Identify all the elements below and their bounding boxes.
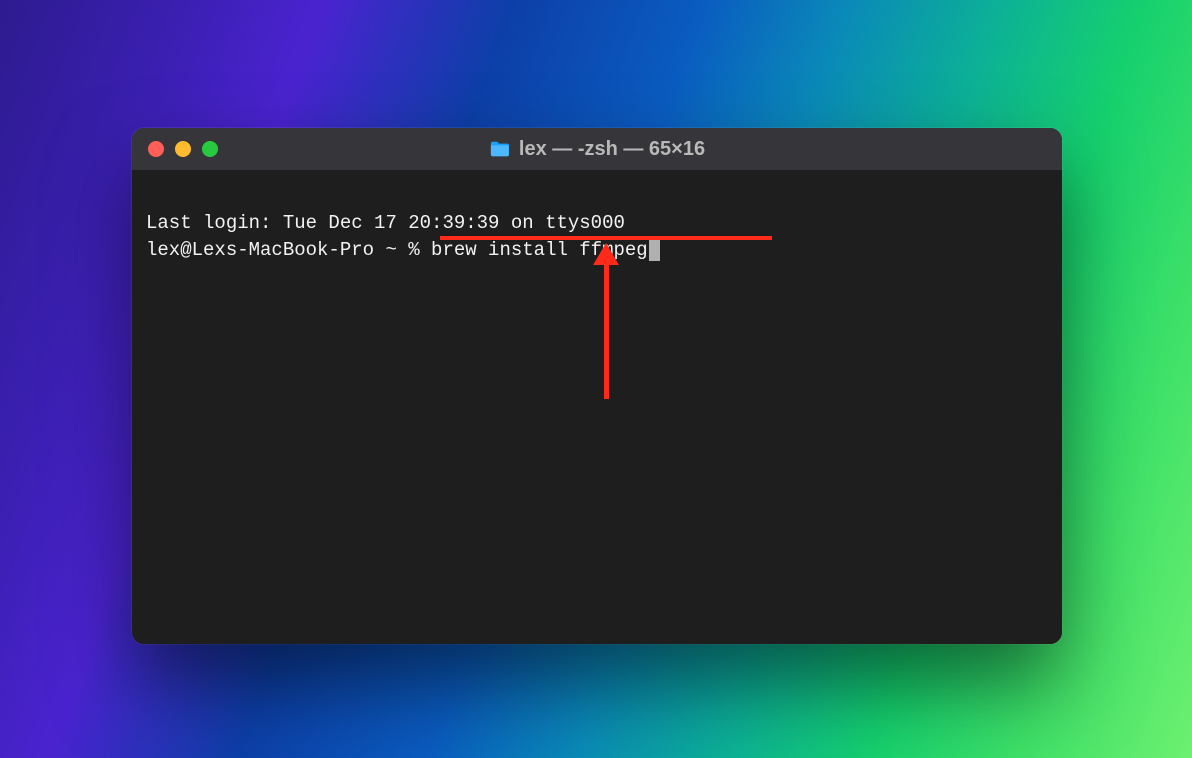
- titlebar[interactable]: lex — -zsh — 65×16: [132, 128, 1062, 170]
- annotation-arrow: [604, 243, 634, 399]
- maximize-button[interactable]: [202, 141, 218, 157]
- traffic-lights: [148, 141, 218, 157]
- minimize-button[interactable]: [175, 141, 191, 157]
- annotation-underline: [440, 236, 772, 240]
- close-button[interactable]: [148, 141, 164, 157]
- last-login-line: Last login: Tue Dec 17 20:39:39 on ttys0…: [146, 212, 625, 234]
- folder-icon: [489, 140, 511, 158]
- window-title: lex — -zsh — 65×16: [489, 138, 705, 161]
- shell-prompt: lex@Lexs-MacBook-Pro ~ %: [146, 239, 431, 261]
- terminal-window[interactable]: lex — -zsh — 65×16 Last login: Tue Dec 1…: [132, 128, 1062, 644]
- terminal-body[interactable]: Last login: Tue Dec 17 20:39:39 on ttys0…: [132, 170, 1062, 644]
- terminal-cursor: [649, 239, 660, 261]
- window-title-text: lex — -zsh — 65×16: [519, 138, 705, 161]
